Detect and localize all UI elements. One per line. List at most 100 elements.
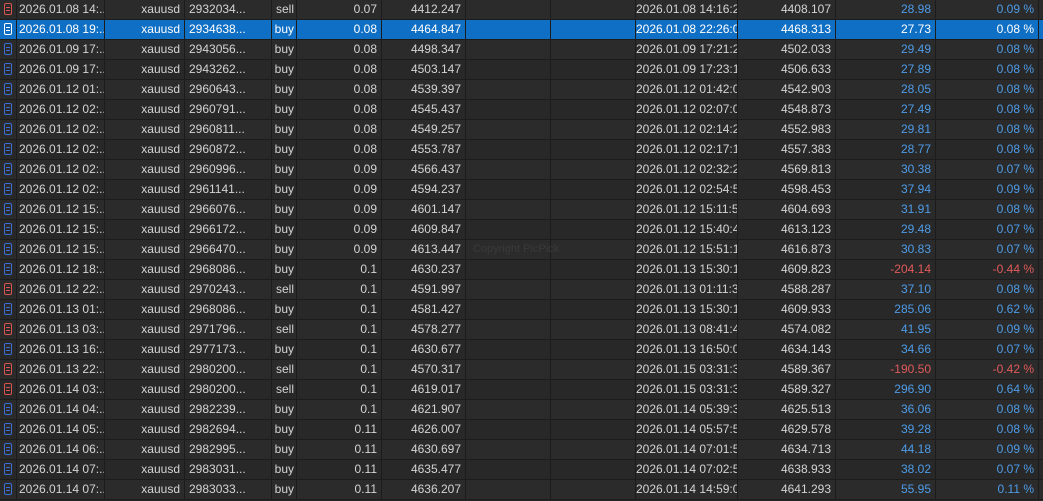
profit-cell: 39.28 [836,420,936,439]
document-icon [4,63,12,75]
stop-loss-cell [466,300,551,319]
symbol-cell: xauusd [105,420,185,439]
close-time-cell: 2026.01.14 05:39:39 [636,400,738,419]
close-price-cell: 4589.327 [738,380,836,399]
trade-history-table: 2026.01.08 14:... xauusd 2932034... sell… [0,0,1043,501]
open-price-cell: 4594.237 [382,180,466,199]
stop-loss-cell [466,140,551,159]
percent-cell: 0.07 % [936,240,1039,259]
percent-cell: 0.08 % [936,60,1039,79]
table-row[interactable]: 2026.01.14 05:... xauusd 2982694... buy … [0,420,1043,440]
table-row[interactable]: 2026.01.12 02:... xauusd 2960791... buy … [0,100,1043,120]
table-row[interactable]: 2026.01.13 16:... xauusd 2977173... buy … [0,340,1043,360]
profit-cell: 36.06 [836,400,936,419]
percent-cell: 0.08 % [936,280,1039,299]
table-row[interactable]: 2026.01.09 17:... xauusd 2943262... buy … [0,60,1043,80]
stop-loss-cell [466,120,551,139]
table-row[interactable]: 2026.01.14 07:... xauusd 2983031... buy … [0,460,1043,480]
symbol-cell: xauusd [105,180,185,199]
table-row[interactable]: 2026.01.14 03:... xauusd 2980200... sell… [0,380,1043,400]
row-end-cell [1039,140,1043,159]
close-price-cell: 4634.143 [738,340,836,359]
table-row[interactable]: 2026.01.13 22:... xauusd 2980200... sell… [0,360,1043,380]
row-end-cell [1039,180,1043,199]
open-time-cell: 2026.01.12 02:... [17,160,105,179]
table-row[interactable]: 2026.01.12 02:... xauusd 2960996... buy … [0,160,1043,180]
type-cell: sell [245,320,297,339]
take-profit-cell [551,420,636,439]
profit-cell: 27.73 [836,20,936,39]
table-row[interactable]: 2026.01.12 15:... xauusd 2966172... buy … [0,220,1043,240]
table-row[interactable]: 2026.01.12 02:... xauusd 2960811... buy … [0,120,1043,140]
row-end-cell [1039,260,1043,279]
symbol-cell: xauusd [105,340,185,359]
volume-cell: 0.1 [297,340,382,359]
table-row[interactable]: 2026.01.12 01:... xauusd 2960643... buy … [0,80,1043,100]
table-row[interactable]: 2026.01.12 22:... xauusd 2970243... sell… [0,280,1043,300]
table-row[interactable]: 2026.01.14 07:... xauusd 2983033... buy … [0,480,1043,500]
table-row[interactable]: 2026.01.12 02:... xauusd 2961141... buy … [0,180,1043,200]
volume-cell: 0.08 [297,140,382,159]
table-row[interactable]: 2026.01.12 18:... xauusd 2968086... buy … [0,260,1043,280]
row-end-cell [1039,480,1043,499]
percent-cell: 0.08 % [936,100,1039,119]
close-time-cell: 2026.01.12 02:54:59 [636,180,738,199]
row-end-cell [1039,460,1043,479]
close-time-cell: 2026.01.08 14:16:21 [636,0,738,19]
take-profit-cell [551,480,636,499]
symbol-cell: xauusd [105,80,185,99]
table-row[interactable]: 2026.01.13 01:... xauusd 2968086... buy … [0,300,1043,320]
order-type-cell [0,260,17,279]
document-icon [4,83,12,95]
volume-cell: 0.08 [297,60,382,79]
stop-loss-cell [466,240,551,259]
percent-cell: -0.44 % [936,260,1039,279]
document-icon [4,283,12,295]
type-cell: buy [245,80,297,99]
profit-cell: 27.89 [836,60,936,79]
close-time-cell: 2026.01.14 07:01:55 [636,440,738,459]
table-row[interactable]: 2026.01.08 19:... xauusd 2934638... buy … [0,20,1043,40]
table-row[interactable]: 2026.01.14 06:... xauusd 2982995... buy … [0,440,1043,460]
type-cell: buy [245,40,297,59]
document-icon [4,483,12,495]
close-price-cell: 4552.983 [738,120,836,139]
open-time-cell: 2026.01.12 02:... [17,140,105,159]
table-row[interactable]: 2026.01.12 02:... xauusd 2960872... buy … [0,140,1043,160]
percent-cell: 0.09 % [936,320,1039,339]
percent-cell: 0.08 % [936,120,1039,139]
type-cell: buy [245,100,297,119]
table-row[interactable]: 2026.01.12 15:... xauusd 2966470... buy … [0,240,1043,260]
table-row[interactable]: 2026.01.09 17:... xauusd 2943056... buy … [0,40,1043,60]
symbol-cell: xauusd [105,440,185,459]
table-row[interactable]: 2026.01.14 04:... xauusd 2982239... buy … [0,400,1043,420]
order-type-cell [0,140,17,159]
close-time-cell: 2026.01.12 02:32:23 [636,160,738,179]
symbol-cell: xauusd [105,60,185,79]
take-profit-cell [551,360,636,379]
document-icon [4,383,12,395]
volume-cell: 0.1 [297,400,382,419]
close-time-cell: 2026.01.12 01:42:06 [636,80,738,99]
stop-loss-cell [466,60,551,79]
open-price-cell: 4591.997 [382,280,466,299]
row-end-cell [1039,440,1043,459]
document-icon [4,183,12,195]
volume-cell: 0.09 [297,160,382,179]
volume-cell: 0.08 [297,80,382,99]
table-row[interactable]: 2026.01.13 03:... xauusd 2971796... sell… [0,320,1043,340]
volume-cell: 0.11 [297,420,382,439]
profit-cell: 29.48 [836,220,936,239]
document-icon [4,43,12,55]
stop-loss-cell [466,480,551,499]
percent-cell: 0.09 % [936,440,1039,459]
volume-cell: 0.09 [297,180,382,199]
take-profit-cell [551,380,636,399]
open-time-cell: 2026.01.14 04:... [17,400,105,419]
percent-cell: 0.08 % [936,400,1039,419]
volume-cell: 0.09 [297,220,382,239]
close-time-cell: 2026.01.14 05:57:57 [636,420,738,439]
take-profit-cell [551,180,636,199]
table-row[interactable]: 2026.01.12 15:... xauusd 2966076... buy … [0,200,1043,220]
table-row[interactable]: 2026.01.08 14:... xauusd 2932034... sell… [0,0,1043,20]
